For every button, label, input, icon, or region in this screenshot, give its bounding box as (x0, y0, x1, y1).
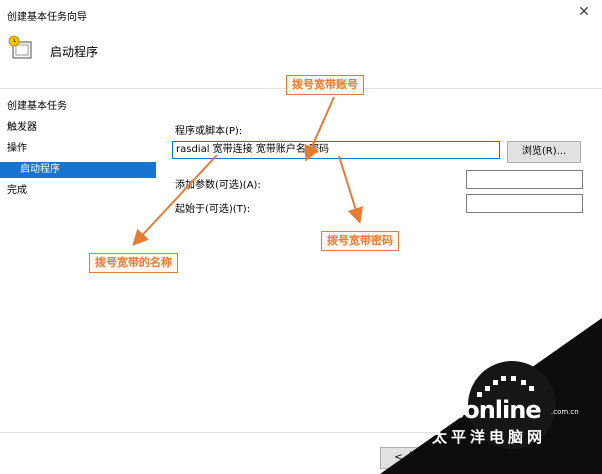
watermark-brand: PConline (430, 396, 542, 424)
watermark-cn: 太平洋电脑网 (432, 428, 547, 446)
watermark-domain: .com.cn (551, 408, 579, 416)
